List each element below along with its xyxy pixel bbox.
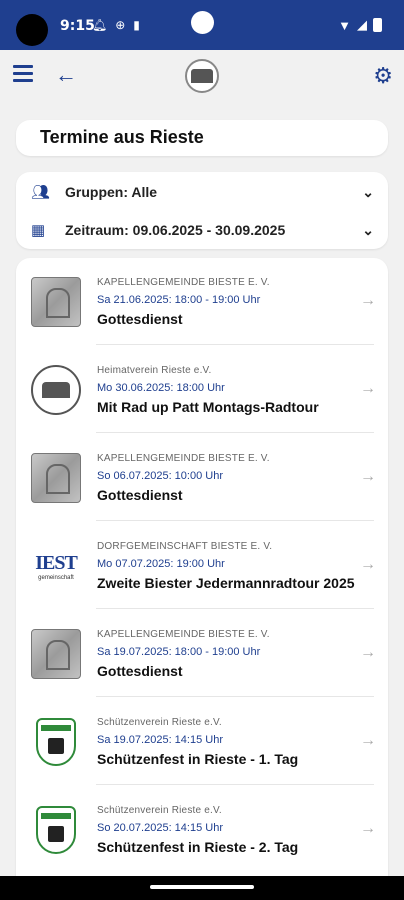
divider (96, 344, 374, 345)
event-item[interactable]: KAPELLENGEMEINDE BIESTE E. V. So 06.07.2… (16, 434, 388, 521)
arrow-right-icon: → (360, 556, 376, 573)
arrow-right-icon: → (360, 468, 376, 485)
event-date: Sa 19.07.2025: 18:00 - 19:00 Uhr (97, 646, 261, 658)
event-item[interactable]: Heimatverein Rieste e.V. Mo 30.06.2025: … (16, 346, 388, 433)
home-gesture-handle[interactable] (150, 885, 254, 889)
divider (96, 784, 374, 785)
event-organizer: Schützenverein Rieste e.V. (97, 717, 222, 728)
system-nav-bar (0, 876, 404, 900)
chevron-down-icon: ⌄ (362, 183, 374, 200)
front-camera (191, 11, 214, 34)
event-item[interactable]: Schützenverein Rieste e.V. So 20.07.2025… (16, 786, 388, 873)
sim-icon: ▮ (133, 18, 140, 32)
divider (96, 696, 374, 697)
event-title: Gottesdienst (97, 311, 183, 327)
event-date: Mo 30.06.2025: 18:00 Uhr (97, 382, 225, 394)
event-organizer: Schützenverein Rieste e.V. (97, 805, 222, 816)
status-time: 9:15 (60, 18, 95, 34)
event-item[interactable]: IEST gemeinschaft DORFGEMEINSCHAFT BIEST… (16, 522, 388, 609)
status-bar: 9:15 🔔︎ ⊕ ▮ ▼ ◢ (0, 0, 404, 50)
period-filter[interactable]: ▦ Zeitraum: 09.06.2025 - 30.09.2025 ⌄ (16, 212, 388, 248)
event-date: Sa 19.07.2025: 14:15 Uhr (97, 734, 223, 746)
event-item[interactable]: KAPELLENGEMEINDE BIESTE E. V. Sa 19.07.2… (16, 610, 388, 697)
calendar-icon: ▦ (31, 222, 46, 239)
shield-thumbnail (31, 805, 81, 855)
divider (96, 520, 374, 521)
signal-icon: ◢ (357, 17, 367, 32)
event-item[interactable]: Schützenverein Rieste e.V. Sa 19.07.2025… (16, 698, 388, 785)
chapel-thumbnail (31, 277, 81, 327)
groups-filter-label: Gruppen: Alle (65, 184, 158, 200)
groups-filter[interactable]: 👥︎ Gruppen: Alle ⌄ (16, 174, 388, 210)
status-notification-icons: 🔔︎ ⊕ ▮ (92, 18, 140, 32)
arrow-right-icon: → (360, 380, 376, 397)
app-bar: ← ⚙ (0, 50, 404, 102)
back-arrow-icon[interactable]: ← (55, 62, 77, 88)
event-title: Schützenfest in Rieste - 2. Tag (97, 839, 299, 855)
event-date: So 06.07.2025: 10:00 Uhr (97, 470, 223, 482)
event-title: Gottesdienst (97, 663, 183, 679)
event-title: Schützenfest in Rieste - 1. Tag (97, 751, 299, 767)
event-list: KAPELLENGEMEINDE BIESTE E. V. Sa 21.06.2… (16, 258, 388, 898)
arrow-right-icon: → (360, 820, 376, 837)
event-organizer: KAPELLENGEMEINDE BIESTE E. V. (97, 453, 270, 464)
camera-cutout (16, 14, 48, 46)
status-system-icons: ▼ ◢ (338, 17, 382, 33)
event-date: Sa 21.06.2025: 18:00 - 19:00 Uhr (97, 294, 261, 306)
users-icon: 👥︎ (31, 184, 51, 201)
page-title: Termine aus Rieste (16, 120, 388, 156)
bell-icon: 🔔︎ (92, 18, 108, 32)
event-item[interactable]: KAPELLENGEMEINDE BIESTE E. V. Sa 21.06.2… (16, 258, 388, 345)
event-organizer: KAPELLENGEMEINDE BIESTE E. V. (97, 277, 270, 288)
wifi-icon: ▼ (338, 17, 351, 33)
banner-text: IEST (35, 551, 78, 574)
event-date: Mo 07.07.2025: 19:00 Uhr (97, 558, 225, 570)
battery-icon (373, 18, 382, 32)
event-title: Gottesdienst (97, 487, 183, 503)
period-filter-label: Zeitraum: 09.06.2025 - 30.09.2025 (65, 222, 286, 238)
arrow-right-icon: → (360, 292, 376, 309)
event-organizer: DORFGEMEINSCHAFT BIESTE E. V. (97, 541, 273, 552)
menu-icon[interactable] (13, 65, 33, 83)
filter-card: 👥︎ Gruppen: Alle ⌄ ▦ Zeitraum: 09.06.202… (16, 172, 388, 249)
arrow-right-icon: → (360, 732, 376, 749)
chapel-thumbnail (31, 629, 81, 679)
banner-subtext: gemeinschaft (38, 574, 74, 581)
heimatverein-thumbnail (31, 365, 81, 415)
event-organizer: Heimatverein Rieste e.V. (97, 365, 212, 376)
gear-icon[interactable]: ⚙ (373, 63, 393, 89)
app-logo (185, 59, 219, 93)
bieste-banner-thumbnail: IEST gemeinschaft (30, 541, 82, 591)
chevron-down-icon: ⌄ (362, 221, 374, 238)
arrow-right-icon: → (360, 644, 376, 661)
chapel-thumbnail (31, 453, 81, 503)
divider (96, 608, 374, 609)
event-date: So 20.07.2025: 14:15 Uhr (97, 822, 223, 834)
event-organizer: KAPELLENGEMEINDE BIESTE E. V. (97, 629, 270, 640)
vpn-icon: ⊕ (115, 18, 126, 32)
event-title: Zweite Biester Jedermannradtour 2025 (97, 575, 355, 591)
divider (96, 432, 374, 433)
event-title: Mit Rad up Patt Montags-Radtour (97, 399, 319, 415)
shield-thumbnail (31, 717, 81, 767)
